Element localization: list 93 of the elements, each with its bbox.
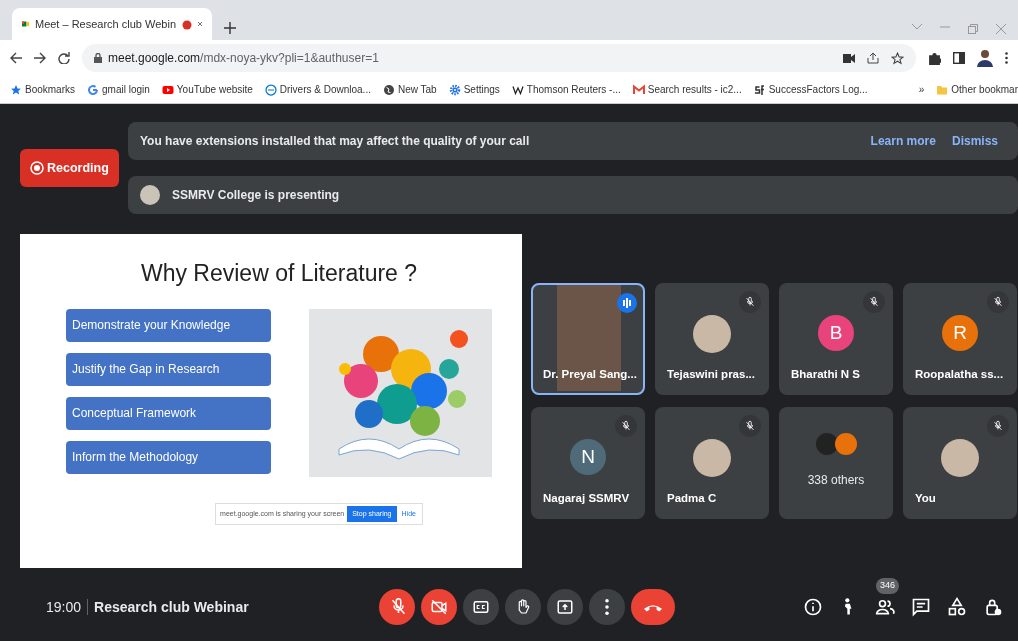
notice-text: You have extensions installed that may affect the quality of your call [140, 133, 530, 150]
close-icon[interactable] [198, 20, 202, 28]
camera-icon [429, 598, 448, 616]
play-icon [161, 83, 174, 96]
participant-name: Bharathi N S [791, 366, 860, 382]
participant-tile[interactable]: Padma C [655, 407, 769, 519]
profile-avatar-icon[interactable] [977, 49, 993, 67]
participant-tile[interactable]: 338 others [779, 407, 893, 519]
slide-bullet: Demonstrate your Knowledge [66, 308, 271, 342]
lock-icon [983, 597, 1003, 617]
letter-w-icon [511, 83, 524, 96]
bookmark-link[interactable]: Settings [448, 82, 500, 97]
bookmarks-overflow-button[interactable]: » [918, 82, 925, 97]
bookmark-link[interactable]: Search results - ic2... [632, 82, 742, 97]
participant-name: Tejaswini pras... [667, 366, 755, 382]
presenter-avatar [140, 185, 160, 205]
avatar-circle [941, 439, 979, 477]
url-text: meet.google.com/mdx-noya-ykv?pli=1&authuser=1 [108, 50, 379, 67]
participant-name: Nagaraj SSMRV [543, 490, 630, 506]
chat-icon [911, 597, 931, 617]
people-icon [875, 597, 895, 617]
participant-tile[interactable]: Tejaswini pras... [655, 283, 769, 395]
address-bar[interactable]: meet.google.com/mdx-noya-ykv?pli=1&authuser=1 [82, 44, 916, 72]
new-tab-icon[interactable] [224, 22, 236, 34]
star-icon[interactable] [891, 51, 904, 65]
captions-button[interactable] [462, 589, 499, 625]
avatar-circle: N [570, 439, 606, 475]
slide-title: Why Review of Literature ? [139, 259, 419, 288]
participant-tile[interactable]: N Nagaraj SSMRV [531, 407, 645, 519]
present-screen-button[interactable] [546, 589, 583, 625]
hang-up-button[interactable] [630, 589, 675, 625]
bookmark-link[interactable]: New Tab [382, 82, 437, 97]
recording-button[interactable]: Recording [20, 149, 119, 187]
hang-up-icon [643, 602, 662, 612]
more-options-icon [604, 599, 609, 615]
participant-name: Dr. Preyal Sang... [543, 366, 637, 382]
slide-bullet: Justify the Gap in Research [66, 352, 271, 386]
side-panel-icon[interactable] [953, 52, 965, 64]
kebab-menu-icon[interactable] [1005, 52, 1008, 64]
meeting-name: Research club Webinar [94, 597, 249, 617]
slide-bullet: Inform the Methodology [66, 440, 271, 474]
microphone-button[interactable] [378, 589, 415, 625]
folder-icon [936, 83, 949, 96]
captions-icon [471, 598, 490, 616]
star-icon [10, 83, 22, 96]
participant-count: 346 [876, 578, 900, 594]
participant-tile[interactable]: R Roopalatha ss... [903, 283, 1017, 395]
participant-tile[interactable]: You [903, 407, 1017, 519]
bookmark-link[interactable]: Thomson Reuters -... [511, 82, 621, 97]
other-bookmarks-link[interactable]: Other bookmar [936, 82, 1018, 97]
lock-icon [94, 53, 102, 63]
reload-icon[interactable] [58, 52, 70, 64]
share-icon[interactable] [867, 52, 879, 64]
back-arrow-icon[interactable] [10, 52, 22, 64]
avatar-circle [834, 433, 857, 455]
avatar-circle: R [942, 315, 978, 351]
participant-name: You [915, 490, 936, 506]
avatar-circle [693, 439, 731, 477]
settings-icon [448, 83, 461, 96]
participant-name: Padma C [667, 490, 717, 506]
envelope-icon [632, 83, 645, 96]
shapes-icon [947, 597, 967, 617]
meeting-time: 19:00 [46, 597, 82, 617]
more-options-button[interactable] [588, 589, 625, 625]
bookmark-link[interactable]: SuccessFactors Log... [753, 82, 868, 97]
slide-bullet: Conceptual Framework [66, 396, 271, 430]
bookmark-link[interactable]: gmail login [87, 82, 150, 97]
avatar-circle: B [818, 315, 854, 351]
participant-tile[interactable]: B Bharathi N S [779, 283, 893, 395]
avatar-circle [815, 433, 838, 455]
participant-name: 338 others [806, 472, 866, 489]
info-icon [803, 597, 823, 617]
bookmark-link[interactable]: YouTube website [161, 82, 253, 97]
participant-name: Roopalatha ss... [915, 366, 1004, 382]
camera-button[interactable] [420, 589, 457, 625]
record-icon [30, 161, 44, 175]
letters-sf-icon [753, 83, 766, 96]
puzzle-icon[interactable] [928, 51, 941, 65]
bookmark-link[interactable]: Bookmarks [10, 82, 75, 97]
avatar-circle [693, 315, 731, 353]
present-screen-icon [555, 598, 574, 616]
hand-button[interactable] [504, 589, 541, 625]
bookmark-link[interactable]: Drivers & Downloa... [264, 82, 371, 97]
tab-title: Meet – Research club Webin [34, 16, 176, 32]
letter-g-icon [87, 83, 99, 96]
circle-logo-icon [264, 83, 277, 96]
notice-link[interactable]: Learn more [862, 132, 944, 150]
browser-tab[interactable]: Meet – Research club Webin [12, 8, 212, 40]
forward-arrow-icon[interactable] [34, 52, 46, 64]
notice-link[interactable]: Dismiss [943, 132, 1006, 150]
video-camera-icon[interactable] [843, 53, 855, 63]
participant-tile[interactable]: Dr. Preyal Sang... [531, 283, 645, 395]
presenting-text: SSMRV College is presenting [172, 187, 340, 204]
